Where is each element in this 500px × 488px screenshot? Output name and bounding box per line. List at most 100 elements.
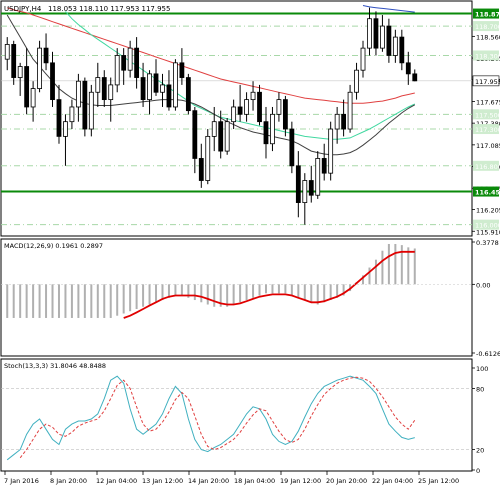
macd-histogram-bar — [90, 284, 93, 318]
candle-body — [321, 158, 327, 174]
candle-body — [101, 77, 107, 101]
candle-body — [134, 47, 140, 78]
candle-body — [88, 91, 94, 130]
macd-histogram-bar — [116, 284, 119, 316]
candle-body — [360, 47, 366, 71]
macd-histogram-bar — [290, 284, 293, 296]
macd-histogram-bar — [51, 284, 54, 318]
time-tick-label: 18 Jan 04:00 — [234, 477, 275, 485]
macd-histogram-bar — [83, 284, 86, 318]
stoch-tick-label: 80 — [476, 385, 484, 393]
macd-histogram-bar — [303, 284, 306, 301]
macd-histogram-bar — [109, 284, 112, 318]
macd-histogram-bar — [297, 284, 300, 298]
candle-body — [108, 84, 114, 101]
macd-histogram-bar — [142, 284, 145, 307]
candle-body — [257, 91, 262, 123]
time-tick-label: 12 Jan 04:00 — [96, 477, 137, 485]
level-label: 118.870 — [475, 11, 500, 19]
candle-body — [328, 128, 334, 174]
macd-histogram-bar — [161, 284, 164, 301]
macd-histogram-bar — [64, 284, 67, 318]
candle-body — [95, 77, 101, 93]
macd-histogram-bar — [200, 284, 203, 303]
macd-histogram-bar — [38, 284, 41, 318]
macd-histogram-bar — [239, 284, 242, 303]
macd-tick-label: 0.00 — [476, 281, 490, 289]
candle-body — [63, 121, 68, 137]
symbol-label: USDJPY,H4 — [4, 5, 42, 13]
time-tick-label: 13 Jan 12:00 — [142, 477, 183, 485]
macd-histogram-bar — [277, 284, 280, 294]
candle-body — [147, 73, 152, 101]
stoch-tick-label: 0 — [476, 467, 480, 475]
macd-histogram-bar — [329, 284, 332, 301]
candle-body — [82, 80, 88, 130]
candle-body — [412, 73, 418, 82]
candle-body — [121, 55, 127, 71]
level-label: 116.800 — [475, 163, 500, 171]
time-tick-label: 7 Jan 2016 — [4, 477, 39, 485]
macd-histogram-bar — [129, 284, 132, 312]
macd-histogram-bar — [193, 284, 196, 301]
candle-body — [127, 47, 133, 71]
macd-histogram-bar — [148, 284, 151, 305]
level-label: 117.500 — [475, 111, 500, 119]
macd-histogram-bar — [226, 284, 229, 307]
candle-body — [367, 18, 372, 49]
stoch-tick-label: 20 — [476, 447, 484, 455]
macd-histogram-bar — [19, 284, 22, 318]
macd-histogram-bar — [25, 284, 28, 318]
candle-body — [218, 121, 224, 152]
time-tick-label: 22 Jan 04:00 — [372, 477, 413, 485]
candle-body — [114, 55, 120, 86]
price-tick-label: 117.085 — [476, 142, 500, 150]
stoch-tick-label: 100 — [476, 365, 488, 373]
macd-histogram-bar — [252, 284, 255, 298]
candle-body — [43, 47, 49, 64]
macd-histogram-bar — [245, 284, 248, 301]
macd-histogram-bar — [206, 284, 209, 305]
candle-body — [231, 106, 237, 123]
macd-histogram-bar — [12, 284, 15, 318]
candle-body — [347, 91, 353, 130]
time-tick-label: 8 Jan 20:00 — [50, 477, 87, 485]
macd-histogram-bar — [180, 284, 183, 296]
time-tick-label: 20 Jan 20:00 — [326, 477, 367, 485]
macd-histogram-bar — [155, 284, 158, 303]
candle-body — [75, 80, 81, 108]
candle-body — [341, 113, 347, 130]
candle-body — [224, 121, 230, 152]
candle-body — [295, 165, 301, 203]
time-tick-label: 14 Jan 20:00 — [188, 477, 229, 485]
macd-histogram-bar — [232, 284, 235, 305]
candle-body — [205, 135, 211, 181]
candle-body — [250, 91, 256, 101]
macd-histogram-bar — [77, 284, 80, 318]
ohlc-readout: 118.053 118.110 117.953 117.955 — [48, 5, 170, 13]
macd-histogram-bar — [387, 243, 390, 285]
level-label: 118.700 — [475, 23, 500, 31]
macd-histogram-bar — [310, 284, 313, 303]
macd-histogram-bar — [213, 284, 216, 307]
candle-body — [198, 158, 204, 181]
macd-histogram-bar — [32, 284, 35, 318]
candle-body — [282, 99, 288, 130]
candle-body — [302, 180, 308, 203]
candle-body — [30, 88, 36, 108]
macd-histogram-bar — [271, 284, 274, 294]
candle-body — [211, 121, 217, 137]
macd-histogram-bar — [96, 284, 99, 318]
candle-body — [37, 47, 42, 89]
level-label: 117.955 — [475, 78, 500, 86]
trading-chart[interactable]: 118.560118.265117.970117.675117.380117.0… — [0, 0, 500, 488]
candle-body — [140, 77, 146, 101]
candle-body — [11, 44, 17, 78]
candle-body — [185, 77, 191, 112]
price-tick-label: 116.205 — [476, 207, 500, 215]
candle-body — [50, 62, 55, 101]
candle-body — [405, 62, 411, 75]
candle-body — [392, 36, 398, 56]
candle-body — [380, 25, 385, 49]
time-tick-label: 19 Jan 12:00 — [280, 477, 321, 485]
